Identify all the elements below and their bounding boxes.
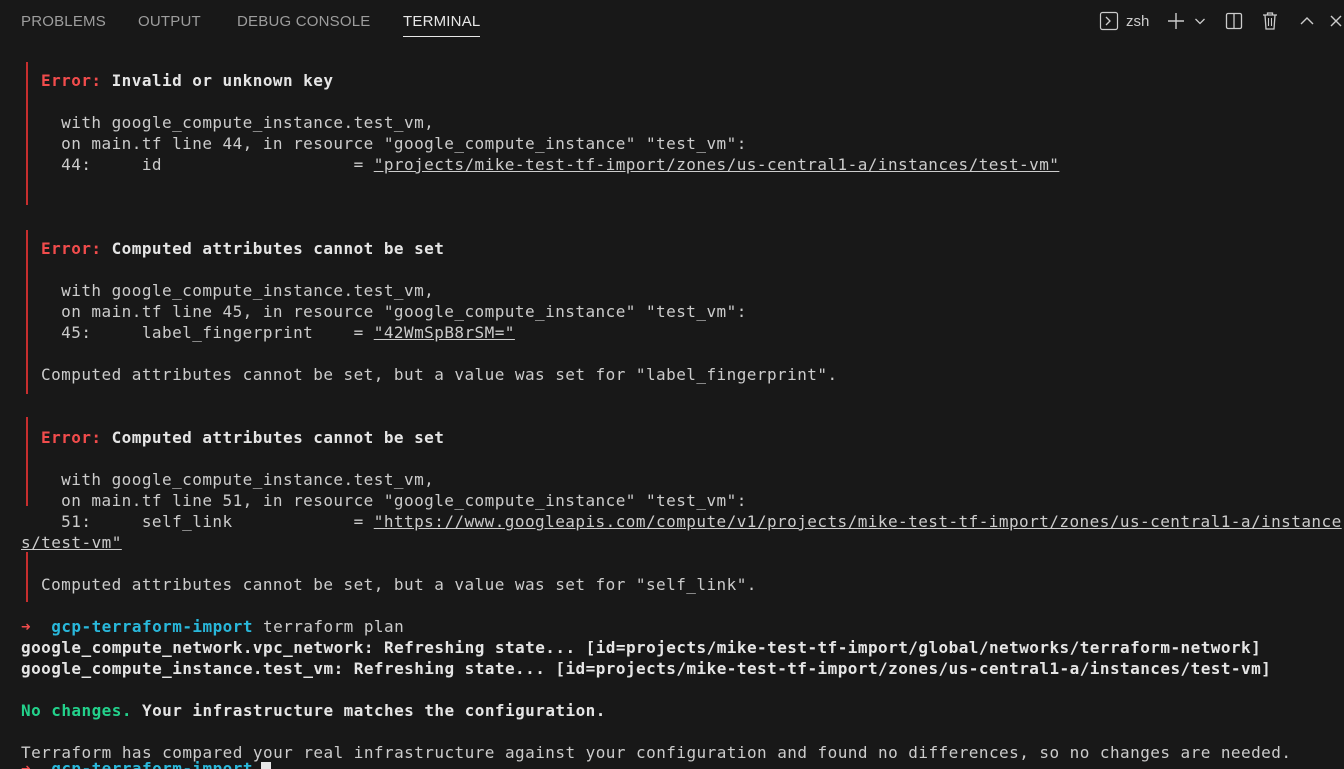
terminal-cursor bbox=[261, 762, 271, 769]
matches-text: Your infrastructure matches the configur… bbox=[142, 701, 606, 720]
error-code-line: 45: label_fingerprint = "42WmSpB8rSM=" bbox=[41, 322, 515, 343]
error-label: Error: bbox=[41, 71, 102, 90]
tab-problems[interactable]: PROBLEMS bbox=[21, 12, 106, 36]
error-title: Computed attributes cannot be set bbox=[111, 239, 445, 258]
code-value: "https://www.googleapis.com/compute/v1/p… bbox=[373, 512, 1342, 531]
chevron-up-icon[interactable] bbox=[1298, 9, 1316, 33]
no-changes-line: No changes. Your infrastructure matches … bbox=[21, 700, 606, 721]
error-with-line: with google_compute_instance.test_vm, bbox=[41, 281, 435, 300]
refresh-line: google_compute_network.vpc_network: Refr… bbox=[21, 638, 1262, 657]
code-value-wrap: s/test-vm" bbox=[21, 533, 122, 552]
error-bar bbox=[26, 552, 28, 602]
tab-terminal[interactable]: TERMINAL bbox=[403, 12, 481, 37]
prompt-line: ➜ gcp-terraform-import bbox=[21, 758, 253, 769]
error-on-line: on main.tf line 44, in resource "google_… bbox=[41, 134, 747, 153]
error-code-line: 51: self_link = "https://www.googleapis.… bbox=[41, 511, 1342, 532]
terminal-icon[interactable] bbox=[1098, 9, 1120, 33]
no-changes-label: No changes. bbox=[21, 701, 132, 720]
error-message: Computed attributes cannot be set, but a… bbox=[41, 365, 838, 384]
error-label: Error: bbox=[41, 428, 102, 447]
error-title: Invalid or unknown key bbox=[111, 71, 334, 90]
error-code-line: 44: id = "projects/mike-test-tf-import/z… bbox=[41, 154, 1059, 175]
code-value: "projects/mike-test-tf-import/zones/us-c… bbox=[373, 155, 1060, 174]
shell-name[interactable]: zsh bbox=[1126, 12, 1149, 31]
prompt-command: terraform plan bbox=[263, 617, 405, 636]
close-icon[interactable] bbox=[1328, 9, 1344, 33]
refresh-line: google_compute_instance.test_vm: Refresh… bbox=[21, 659, 1272, 678]
terminal-output[interactable]: Error: Invalid or unknown key with googl… bbox=[0, 42, 1344, 769]
error-bar bbox=[26, 62, 28, 205]
prompt-arrow-icon: ➜ bbox=[21, 759, 32, 769]
error-on-line: on main.tf line 51, in resource "google_… bbox=[41, 491, 747, 510]
error-bar bbox=[26, 417, 28, 506]
error-code-wrap: s/test-vm" bbox=[21, 532, 122, 553]
split-icon[interactable] bbox=[1224, 9, 1244, 33]
tab-debug-console[interactable]: DEBUG CONSOLE bbox=[237, 12, 370, 36]
plus-icon[interactable] bbox=[1166, 9, 1186, 33]
error-title: Computed attributes cannot be set bbox=[111, 428, 445, 447]
error-heading: Error: Computed attributes cannot be set bbox=[41, 427, 444, 448]
trash-icon[interactable] bbox=[1260, 9, 1280, 33]
tab-output[interactable]: OUTPUT bbox=[138, 12, 201, 36]
code-prefix: 44: id = bbox=[41, 155, 374, 174]
error-on-line: on main.tf line 45, in resource "google_… bbox=[41, 302, 747, 321]
prompt-directory: gcp-terraform-import bbox=[51, 759, 253, 769]
prompt-arrow-icon: ➜ bbox=[21, 617, 32, 636]
error-message: Computed attributes cannot be set, but a… bbox=[41, 575, 757, 594]
prompt-directory: gcp-terraform-import bbox=[51, 617, 253, 636]
code-value: "42WmSpB8rSM=" bbox=[373, 323, 515, 342]
code-prefix: 51: self_link = bbox=[41, 512, 374, 531]
code-prefix: 45: label_fingerprint = bbox=[41, 323, 374, 342]
panel-tab-bar: PROBLEMS OUTPUT DEBUG CONSOLE TERMINAL z… bbox=[0, 0, 1344, 42]
error-with-line: with google_compute_instance.test_vm, bbox=[41, 470, 435, 489]
error-with-line: with google_compute_instance.test_vm, bbox=[41, 113, 435, 132]
error-heading: Error: Invalid or unknown key bbox=[41, 70, 333, 91]
chevron-down-icon[interactable] bbox=[1192, 9, 1208, 33]
error-label: Error: bbox=[41, 239, 102, 258]
error-bar bbox=[26, 230, 28, 394]
error-heading: Error: Computed attributes cannot be set bbox=[41, 238, 444, 259]
prompt-line: ➜ gcp-terraform-import terraform plan bbox=[21, 616, 404, 637]
